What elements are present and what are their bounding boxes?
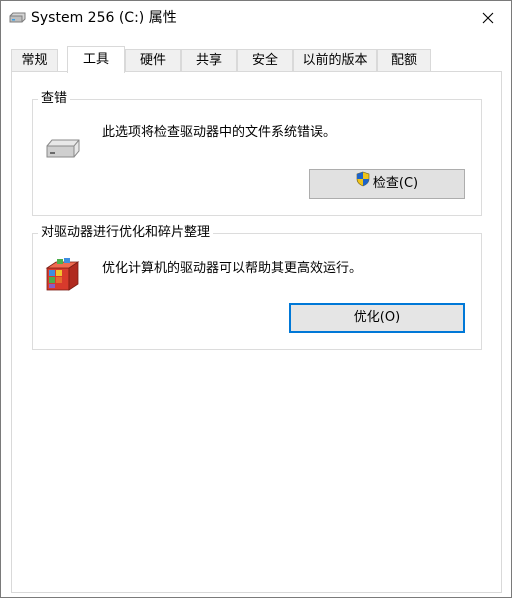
optimize-legend: 对驱动器进行优化和碎片整理 [38, 224, 214, 242]
window-title: System 256 (C:) 属性 [31, 10, 177, 26]
check-button[interactable]: 检查(C) [309, 169, 465, 199]
tab-previous-versions[interactable]: 以前的版本 [293, 49, 377, 72]
error-check-group: 查错 此选项将检查驱动器中的文件系统错误。 检查(C) [32, 90, 482, 216]
tab-general[interactable]: 常规 [11, 49, 58, 72]
error-check-description: 此选项将检查驱动器中的文件系统错误。 [102, 125, 337, 140]
tab-sharing[interactable]: 共享 [181, 49, 237, 72]
tab-quota[interactable]: 配额 [377, 49, 431, 72]
optimize-button[interactable]: 优化(O) [289, 303, 465, 333]
drive-icon [9, 12, 26, 24]
title-bar: System 256 (C:) 属性 [1, 1, 511, 35]
tab-strip: 常规 工具 硬件 共享 安全 以前的版本 配额 [11, 46, 501, 73]
close-button[interactable] [465, 1, 511, 35]
properties-window: System 256 (C:) 属性 常规 工具 硬件 共享 安全 以前的版本 … [0, 0, 512, 598]
tab-tools[interactable]: 工具 [67, 46, 125, 73]
error-check-legend: 查错 [38, 90, 71, 108]
drive-icon [45, 138, 81, 164]
optimize-group: 对驱动器进行优化和碎片整理 优化计算机的驱动器可以帮助其更高效运行。 优化(O) [32, 224, 482, 350]
uac-shield-icon [356, 170, 370, 198]
defrag-icon [45, 258, 81, 296]
optimize-button-label: 优化(O) [353, 310, 401, 325]
tab-hardware[interactable]: 硬件 [125, 49, 181, 72]
check-button-label: 检查(C) [372, 176, 419, 191]
optimize-description: 优化计算机的驱动器可以帮助其更高效运行。 [102, 261, 363, 276]
tools-panel: 查错 此选项将检查驱动器中的文件系统错误。 检查(C) 对驱动器进行优化和碎片整… [11, 71, 502, 593]
close-icon [482, 12, 494, 24]
tab-security[interactable]: 安全 [237, 49, 293, 72]
